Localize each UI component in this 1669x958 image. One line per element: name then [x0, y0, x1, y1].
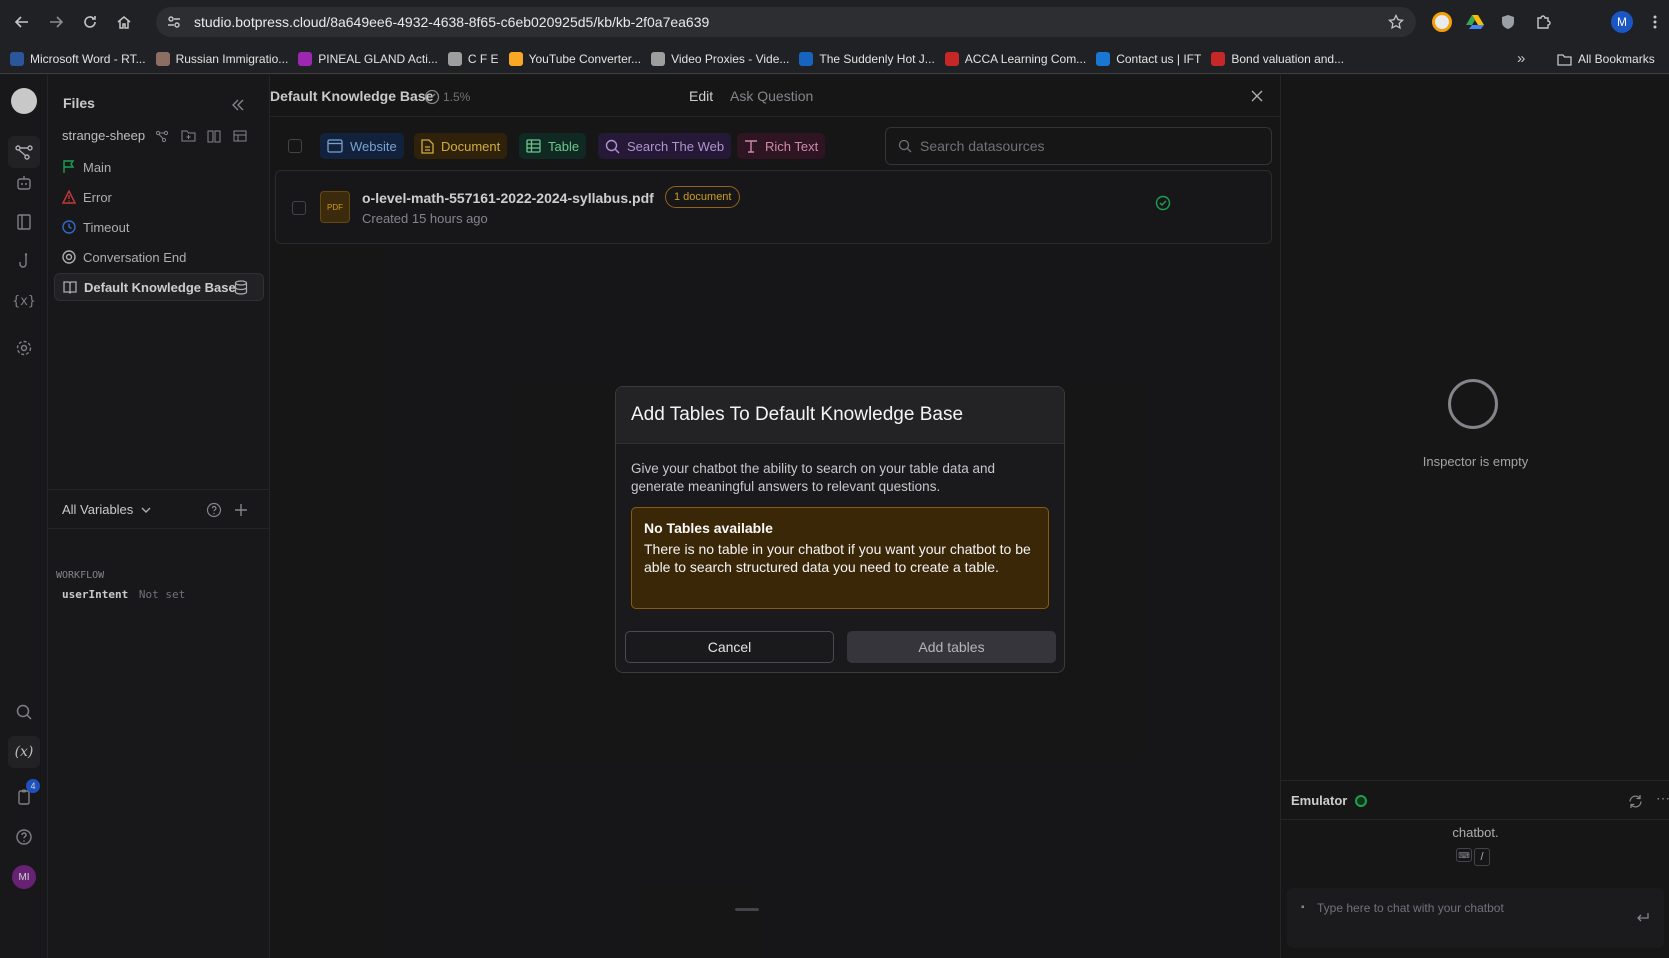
add-tables-dialog: Add Tables To Default Knowledge Base Giv… — [615, 386, 1065, 673]
bookmark-favicon-icon — [944, 51, 959, 66]
arrow-left-icon — [14, 16, 28, 28]
bookmark-item[interactable]: The Suddenly Hot J... — [799, 51, 935, 66]
bookmark-label: Bond valuation and... — [1231, 51, 1345, 66]
bookmark-label: Video Proxies - Vide... — [671, 51, 790, 66]
all-bookmarks-button[interactable]: All Bookmarks — [1557, 52, 1655, 66]
bookmark-label: Contact us | IFT — [1116, 51, 1202, 66]
bookmark-favicon-icon — [447, 51, 462, 66]
folder-icon — [1557, 53, 1572, 66]
dialog-title: Add Tables To Default Knowledge Base — [616, 387, 1064, 444]
puzzle-icon[interactable] — [1531, 10, 1555, 34]
cancel-button[interactable]: Cancel — [625, 631, 834, 663]
bookmark-favicon-icon — [651, 51, 666, 66]
forward-button[interactable] — [40, 6, 72, 38]
bookmark-label: Russian Immigratio... — [175, 51, 289, 66]
back-button[interactable] — [6, 6, 38, 38]
bookmark-favicon-icon — [10, 51, 24, 66]
profile-initial: M — [1611, 11, 1633, 33]
bookmark-label: YouTube Converter... — [528, 51, 642, 66]
reload-icon — [84, 16, 96, 28]
reload-button[interactable] — [74, 6, 106, 38]
all-bookmarks-label: All Bookmarks — [1578, 52, 1655, 66]
bookmarks-overflow-chevron[interactable]: » — [1517, 50, 1525, 67]
bookmark-item[interactable]: Microsoft Word - RT... — [10, 51, 146, 66]
bookmark-favicon-icon — [508, 51, 523, 66]
warning-body: There is no table in your chatbot if you… — [644, 541, 1031, 575]
address-bar[interactable]: studio.botpress.cloud/8a649ee6-4932-4638… — [156, 7, 1416, 37]
bookmark-label: ACCA Learning Com... — [964, 51, 1087, 66]
bookmark-label: C F E — [467, 51, 499, 66]
bookmark-item[interactable]: C F E — [447, 51, 499, 66]
bookmark-favicon-icon — [155, 51, 170, 66]
bookmark-list: Microsoft Word - RT... Russian Immigratio… — [0, 51, 1345, 66]
site-settings-icon[interactable] — [166, 14, 182, 30]
bookmark-label: The Suddenly Hot J... — [819, 51, 935, 66]
bookmark-favicon-icon — [298, 51, 313, 66]
bookmark-item[interactable]: PINEAL GLAND Acti... — [298, 51, 438, 66]
home-button[interactable] — [108, 6, 140, 38]
bookmark-label: Microsoft Word - RT... — [30, 51, 146, 66]
url-text[interactable]: studio.botpress.cloud/8a649ee6-4932-4638… — [194, 14, 709, 30]
bookmark-favicon-icon — [1211, 51, 1226, 66]
arrow-right-icon — [50, 16, 64, 28]
dialog-description: Give your chatbot the ability to search … — [631, 461, 995, 494]
bookmark-item[interactable]: Video Proxies - Vide... — [651, 51, 790, 66]
bookmark-item[interactable]: Bond valuation and... — [1211, 51, 1345, 66]
drive-icon[interactable] — [1463, 10, 1487, 34]
add-tables-button[interactable]: Add tables — [847, 631, 1056, 663]
profile-avatar[interactable]: M — [1610, 10, 1634, 34]
browser-toolbar: studio.botpress.cloud/8a649ee6-4932-4638… — [0, 0, 1669, 44]
no-tables-warning: No Tables available There is no table in… — [631, 507, 1049, 609]
kebab-menu-icon[interactable] — [1643, 10, 1667, 34]
star-icon[interactable] — [1388, 14, 1404, 30]
bookmark-item[interactable]: Russian Immigratio... — [155, 51, 289, 66]
bookmark-favicon-icon — [799, 51, 814, 66]
bookmark-label: PINEAL GLAND Acti... — [318, 51, 438, 66]
home-icon — [117, 16, 131, 29]
bookmarks-bar: Microsoft Word - RT... Russian Immigratio… — [0, 44, 1669, 74]
bookmark-item[interactable]: YouTube Converter... — [508, 51, 642, 66]
shield-extension-icon[interactable] — [1496, 10, 1520, 34]
extension-circle-icon[interactable] — [1430, 10, 1454, 34]
bookmark-item[interactable]: ACCA Learning Com... — [944, 51, 1087, 66]
bookmark-item[interactable]: Contact us | IFT — [1096, 51, 1202, 66]
warning-title: No Tables available — [644, 520, 773, 536]
bookmark-favicon-icon — [1096, 51, 1111, 66]
